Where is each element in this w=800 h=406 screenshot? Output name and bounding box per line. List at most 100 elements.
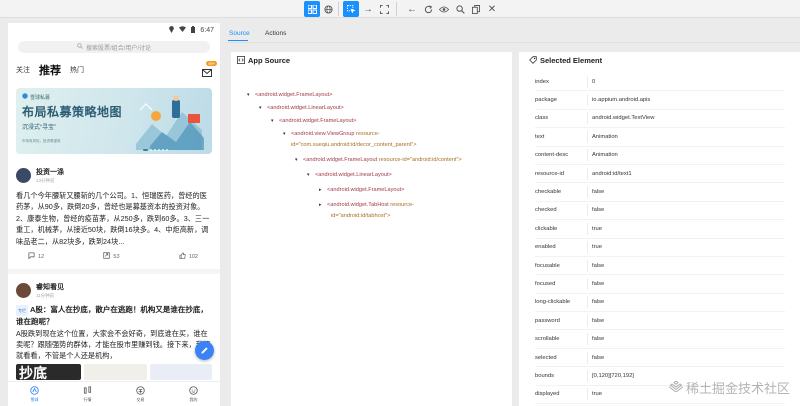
property-value[interactable]: 0 — [592, 79, 785, 85]
post-title[interactable]: 专栏 A股：富人在抄底，散户在逃跑！机构又是谁在抄底，谁在跑呢？ — [16, 304, 212, 327]
tree-node[interactable]: ▾ <android.widget.FrameLayout> — [247, 92, 332, 99]
wifi-icon — [179, 26, 187, 34]
mail-icon[interactable]: 99+ — [202, 61, 217, 82]
property-value[interactable]: false — [592, 355, 785, 361]
post-card[interactable]: 睿知看见 11分钟前 专栏 A股：富人在抄底，散户在逃跑！机构又是谁在抄底，谁在跑… — [8, 282, 220, 380]
tap-by-coordinates-icon[interactable] — [376, 1, 392, 17]
device-screenshot[interactable]: 6:47 搜索股票/组合/用户/讨论 关注 推荐 热门 99+ 雪球私募 布局私… — [8, 23, 220, 406]
property-row: checked false — [535, 202, 785, 221]
tab-actions[interactable]: Actions — [265, 30, 286, 37]
tree-node[interactable]: ▸ <android.widget.FrameLayout> — [319, 187, 404, 194]
post-stats: 12 53 102 — [16, 252, 212, 261]
battery-icon — [191, 25, 196, 35]
promo-banner[interactable]: 雪球私募 布局私募策略地图 沉浸式“寻宝” 市场有风险，投资需谨慎 — [16, 88, 212, 154]
search-bar[interactable]: 搜索股票/组合/用户/讨论 — [18, 41, 210, 53]
property-key: package — [535, 97, 557, 104]
tree-node[interactable]: ▸ <android.widget.TabHost resource- — [319, 202, 414, 209]
tree-node[interactable]: ▾ <android.view.ViewGroup resource- — [283, 131, 380, 138]
feed-divider — [8, 269, 220, 275]
tab-recommend[interactable]: 推荐 — [39, 62, 61, 78]
property-row: selected false — [535, 349, 785, 368]
property-value[interactable]: true — [592, 244, 785, 250]
property-value[interactable]: false — [592, 189, 785, 195]
property-value[interactable]: false — [592, 281, 785, 287]
mail-badge: 99+ — [206, 61, 217, 66]
property-value[interactable]: android.widget.TextView — [592, 115, 785, 121]
property-value[interactable]: Animation — [592, 134, 785, 140]
property-value[interactable]: false — [592, 263, 785, 269]
property-value[interactable]: io.appium.android.apis — [592, 97, 785, 103]
like-button[interactable]: 102 — [179, 252, 198, 261]
property-key: bounds — [535, 372, 555, 379]
property-value[interactable]: android:id/text1 — [592, 171, 785, 177]
eye-icon[interactable] — [436, 1, 452, 17]
trade-icon — [136, 385, 145, 396]
post-time: 11分钟前 — [36, 293, 55, 299]
nav-item-home[interactable]: 雪球 — [8, 382, 61, 406]
close-icon[interactable]: ✕ — [484, 1, 500, 17]
property-key: focused — [535, 280, 556, 287]
tree-node-continuation[interactable]: id="android:id/tabhost"> — [331, 213, 390, 220]
post-image[interactable] — [84, 363, 147, 380]
post-author[interactable]: 投资一涤 — [36, 167, 64, 177]
banner-pagination — [143, 149, 168, 151]
market-chart-icon — [83, 385, 92, 396]
bottom-navigation: 雪球 行情 交易 我的 — [8, 381, 220, 406]
tab-hot[interactable]: 热门 — [70, 65, 84, 75]
nav-item-market[interactable]: 行情 — [61, 382, 114, 406]
property-value[interactable]: false — [592, 318, 785, 324]
comment-button[interactable]: 12 — [28, 252, 44, 261]
repost-button[interactable]: 53 — [103, 252, 120, 261]
tab-divider — [228, 42, 800, 43]
tree-node[interactable]: ▾ <android.widget.FrameLayout resource-id… — [295, 157, 462, 164]
post-image[interactable]: 抄底 — [16, 363, 82, 380]
compose-button[interactable] — [195, 341, 214, 360]
property-key: selected — [535, 354, 557, 361]
avatar[interactable] — [16, 168, 31, 183]
selected-element-title: Selected Element — [540, 56, 603, 65]
banner-title: 布局私募策略地图 — [22, 105, 123, 119]
selected-element-header: Selected Element — [519, 52, 800, 69]
app-source-title: App Source — [248, 56, 291, 65]
property-value[interactable]: Animation — [592, 152, 785, 158]
banner-illustration — [132, 94, 206, 154]
watermark: 稀土掘金技术社区 — [668, 378, 790, 397]
tree-node[interactable]: ▾ <android.widget.FrameLayout> — [271, 118, 356, 125]
nav-item-profile[interactable]: 我的 — [167, 382, 220, 406]
snowball-icon — [30, 385, 39, 396]
banner-subtitle: 沉浸式“寻宝” — [22, 125, 56, 131]
nav-item-trade[interactable]: 交易 — [114, 382, 167, 406]
post-images[interactable]: 抄底 — [16, 363, 212, 380]
property-row: class android.widget.TextView — [535, 110, 785, 129]
property-value[interactable]: false — [592, 336, 785, 342]
post-image[interactable] — [149, 363, 212, 380]
property-value[interactable]: false — [592, 299, 785, 305]
tree-node[interactable]: ▾ <android.widget.LinearLayout> — [259, 105, 344, 112]
property-row: focused false — [535, 275, 785, 294]
property-row: focusable false — [535, 257, 785, 276]
swipe-icon[interactable]: → — [360, 1, 376, 17]
property-key: clickable — [535, 225, 558, 232]
post-author[interactable]: 睿知看见 — [36, 282, 64, 292]
search-icon[interactable] — [452, 1, 468, 17]
globe-icon[interactable] — [320, 1, 336, 17]
grid-icon[interactable] — [304, 1, 320, 17]
property-value[interactable]: false — [592, 207, 785, 213]
app-source-panel: App Source ▾ <android.widget.FrameLayout>… — [231, 52, 512, 406]
post-card[interactable]: 投资一涤 13分钟前 看几个今年腰斩又腰斩的几个公司。1、恒瑞医药，曾经的医药茅… — [8, 167, 220, 261]
tree-node[interactable]: ▾ <android.widget.LinearLayout> — [307, 172, 392, 179]
tab-source[interactable]: Source — [229, 30, 250, 37]
code-file-icon — [237, 55, 245, 66]
post-body[interactable]: 看几个今年腰斩又腰斩的几个公司。1、恒瑞医药，曾经的医药茅，从90多，跌倒20多… — [16, 190, 212, 247]
post-body[interactable]: A股跌到现在这个位置，大家会不会好奇，到底谁在买，谁在卖呢？跟随强势的群体，才能… — [16, 328, 212, 362]
avatar[interactable] — [16, 283, 31, 299]
back-icon[interactable]: ← — [404, 1, 420, 17]
tab-follow[interactable]: 关注 — [16, 65, 30, 75]
property-key: displayed — [535, 391, 560, 398]
snowball-logo-icon — [22, 93, 28, 101]
select-element-icon[interactable] — [343, 1, 359, 17]
copy-xml-icon[interactable] — [468, 1, 484, 17]
tree-node-continuation[interactable]: id="com.xueqiu.android:id/decor_content_… — [291, 142, 417, 149]
property-value[interactable]: true — [592, 226, 785, 232]
refresh-icon[interactable] — [420, 1, 436, 17]
